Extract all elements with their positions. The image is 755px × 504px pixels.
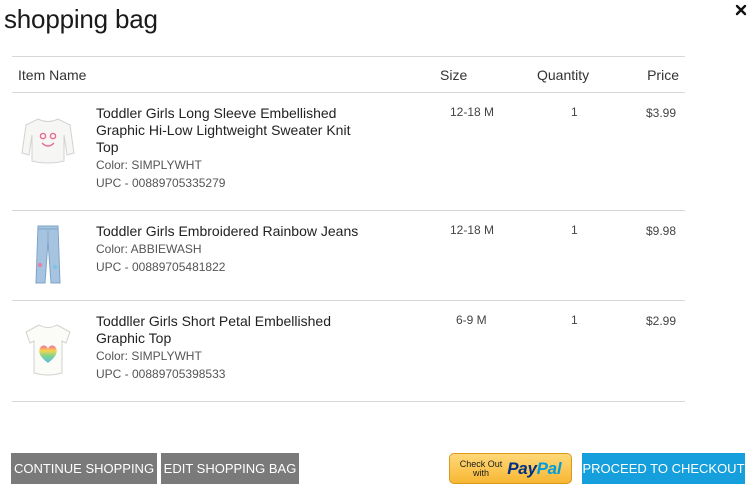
sweater-top-icon[interactable]	[18, 105, 78, 173]
item-upc: UPC - 00889705398533	[96, 367, 226, 381]
paypal-logo-pal: Pal	[536, 458, 562, 478]
cart-table: Item Name Size Quantity Price Toddler Gi…	[12, 56, 685, 402]
rainbow-heart-tee-icon[interactable]	[18, 315, 78, 383]
close-icon[interactable]	[733, 2, 749, 18]
item-price: $3.99	[645, 106, 676, 120]
table-row: Toddler Girls Embroidered Rainbow Jeans …	[12, 211, 685, 301]
item-color: Color: ABBIEWASH	[96, 242, 202, 256]
jeans-icon[interactable]	[18, 221, 78, 289]
item-price: $2.99	[645, 314, 676, 328]
item-quantity: 1	[571, 223, 578, 237]
header-price: Price	[647, 67, 679, 83]
item-info: Toddller Girls Short Petal Embellished G…	[96, 313, 371, 383]
item-quantity: 1	[571, 313, 578, 327]
modal-title: shopping bag	[4, 4, 158, 34]
paypal-prefix-line2: with	[472, 467, 489, 478]
item-info: Toddler Girls Long Sleeve Embellished Gr…	[96, 105, 371, 192]
item-size: 12-18 M	[450, 105, 495, 119]
paypal-logo: PayPal	[507, 459, 561, 479]
item-size: 12-18 M	[450, 223, 495, 237]
continue-shopping-button[interactable]: CONTINUE SHOPPING	[11, 453, 157, 484]
header-quantity: Quantity	[537, 67, 590, 83]
header-size: Size	[440, 67, 468, 83]
item-color: Color: SIMPLYWHT	[96, 349, 202, 363]
item-info: Toddler Girls Embroidered Rainbow Jeans …	[96, 223, 371, 276]
table-row: Toddler Girls Long Sleeve Embellished Gr…	[12, 93, 685, 211]
item-price: $9.98	[645, 224, 676, 238]
item-quantity: 1	[571, 105, 578, 119]
paypal-checkout-button[interactable]: Check Out with PayPal	[449, 453, 572, 484]
paypal-prefix: Check Out with	[460, 459, 503, 478]
table-row: Toddller Girls Short Petal Embellished G…	[12, 301, 685, 402]
item-size: 6-9 M	[456, 313, 487, 327]
item-name[interactable]: Toddller Girls Short Petal Embellished G…	[96, 313, 371, 347]
item-upc: UPC - 00889705335279	[96, 176, 226, 190]
item-color: Color: SIMPLYWHT	[96, 158, 202, 172]
header-item-name: Item Name	[18, 67, 87, 83]
item-name[interactable]: Toddler Girls Long Sleeve Embellished Gr…	[96, 105, 371, 156]
table-header: Item Name Size Quantity Price	[12, 56, 685, 93]
item-upc: UPC - 00889705481822	[96, 260, 226, 274]
edit-shopping-bag-button[interactable]: EDIT SHOPPING BAG	[161, 453, 299, 484]
paypal-logo-pay: Pay	[507, 458, 537, 478]
item-name[interactable]: Toddler Girls Embroidered Rainbow Jeans	[96, 223, 371, 240]
proceed-to-checkout-button[interactable]: PROCEED TO CHECKOUT	[582, 453, 745, 484]
